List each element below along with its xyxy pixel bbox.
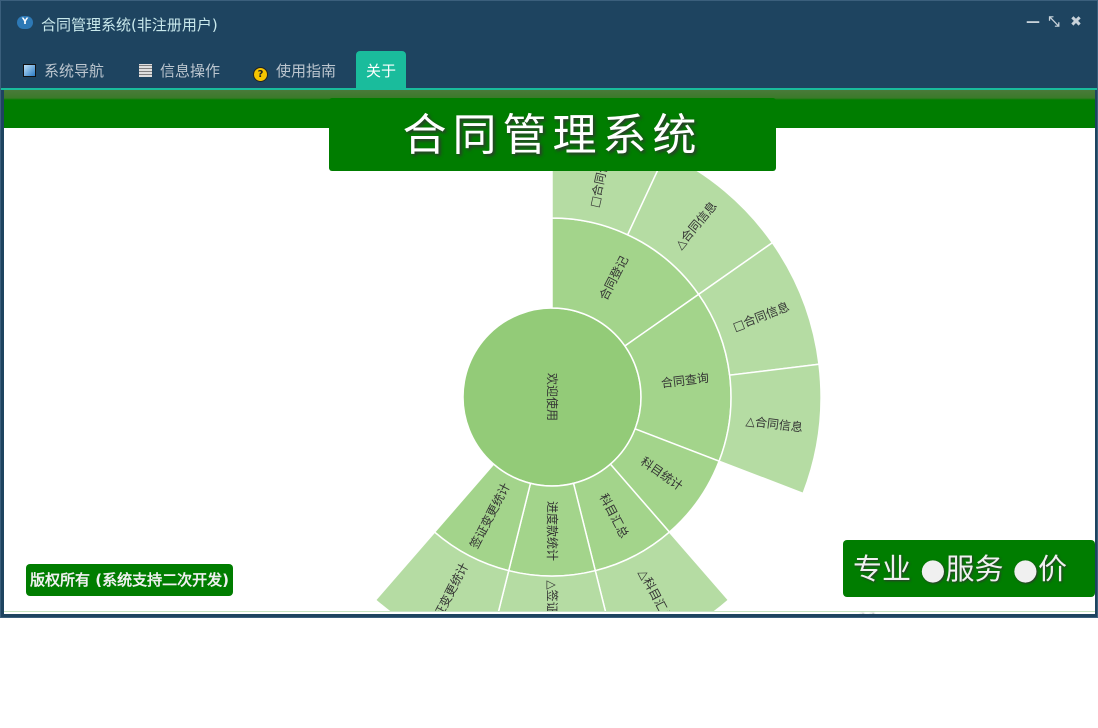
system-title-banner: 合同管理系统 — [329, 98, 776, 171]
slogan-badge: 专业 ●服务 ●价值 — [843, 540, 1095, 614]
tab-info-ops[interactable]: 信息操作 — [131, 51, 228, 88]
help-icon: ? — [253, 67, 268, 82]
restore-button[interactable]: ⤡ — [1047, 15, 1061, 29]
close-button[interactable]: ✖ — [1069, 15, 1083, 29]
sunburst-root-label: 欢迎使用 — [545, 373, 560, 421]
app-logo-icon: Y — [17, 16, 33, 29]
tab-about[interactable]: 关于 — [356, 51, 407, 88]
minimize-button[interactable]: — — [1026, 15, 1040, 29]
tab-label: 系统导航 — [44, 62, 105, 80]
tab-user-guide[interactable]: ? 使用指南 — [245, 51, 344, 88]
window-title: 合同管理系统(非注册用户) — [41, 16, 218, 34]
tab-label: 信息操作 — [160, 62, 221, 80]
grid-icon — [139, 64, 152, 77]
title-bar: Y 合同管理系统(非注册用户) — ⤡ ✖ — [1, 1, 1097, 46]
tab-bar: 系统导航 信息操作 ? 使用指南 关于 — [1, 51, 1097, 88]
divider — [4, 611, 1095, 612]
about-panel: 合同管理系统 欢迎使用 合同登记 □合同信息 △合同信息 合同查询 □合同信息 △合同信息科… — [4, 90, 1095, 614]
tab-system-nav[interactable]: 系统导航 — [15, 51, 112, 88]
sunburst-segment-label: 进度款统计 — [545, 501, 560, 561]
tab-label: 使用指南 — [276, 62, 337, 80]
copyright-badge: 版权所有 (系统支持二次开发) — [26, 564, 233, 596]
window-icon — [23, 64, 36, 77]
app-window: Y 合同管理系统(非注册用户) — ⤡ ✖ 系统导航 信息操作 ? 使用指南 关于… — [0, 0, 1098, 618]
sunburst-leaf-label: △签证变更统计 — [545, 580, 560, 612]
